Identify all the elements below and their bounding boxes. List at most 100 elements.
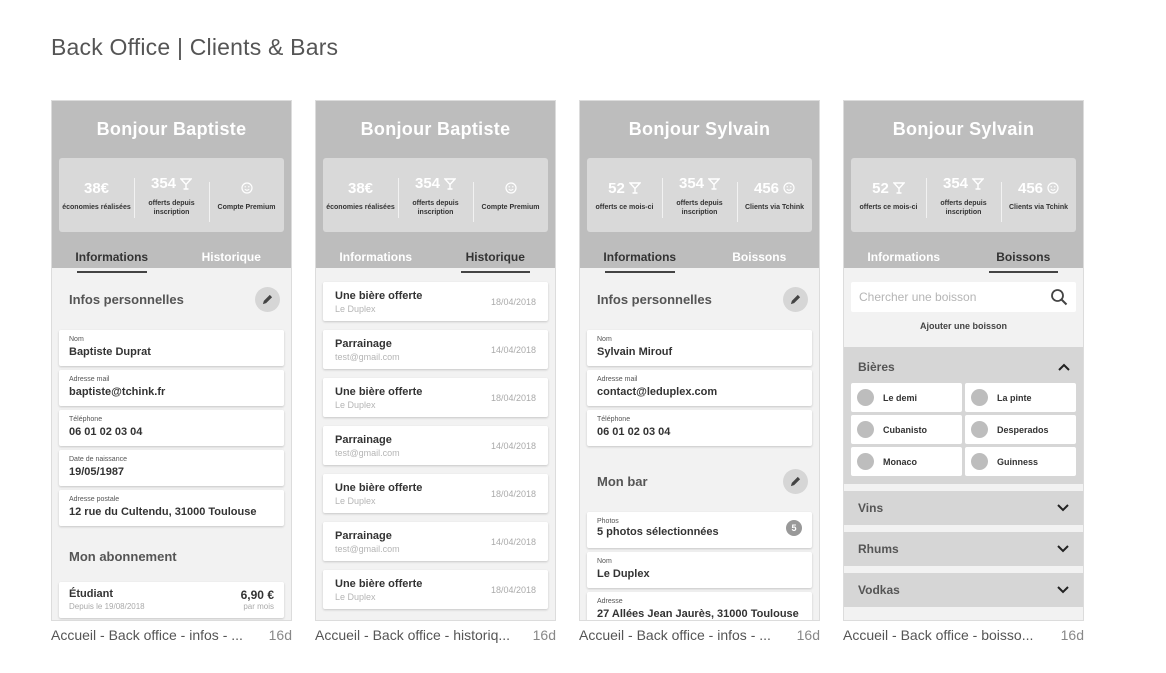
stat-offered: 354 offerts depuis inscription <box>398 174 473 218</box>
tab-historique[interactable]: Historique <box>436 248 556 273</box>
smiley-icon <box>783 182 795 194</box>
chevron-down-icon <box>1057 586 1069 594</box>
history-item[interactable]: Une bière offerte Le Duplex 18/04/2018 <box>323 282 548 321</box>
stat-value: 456 <box>753 179 780 197</box>
tab-informations[interactable]: Informations <box>316 248 436 273</box>
stat-offered: 354 offerts depuis inscription <box>662 174 737 218</box>
edit-button[interactable] <box>783 286 808 312</box>
field-email[interactable]: Adresse mail baptiste@tchink.fr <box>59 370 284 406</box>
stat-label: Clients via Tchink <box>745 204 804 211</box>
drink-thumbnail <box>857 421 874 438</box>
edit-button[interactable] <box>255 286 280 312</box>
phone-screen: Bonjour Baptiste 38€ économies réalisées… <box>315 100 556 621</box>
field-nom[interactable]: Nom Sylvain Mirouf <box>587 330 812 366</box>
tab-boissons[interactable]: Boissons <box>700 248 820 273</box>
artboard-caption[interactable]: Accueil - Back office - infos - ... 16d <box>51 627 292 643</box>
cocktail-glass-icon <box>892 182 905 194</box>
history-item[interactable]: Une bière offerte Le Duplex 18/04/2018 <box>323 570 548 609</box>
field-bar-address[interactable]: Adresse 27 Allées Jean Jaurès, 31000 Toul… <box>587 592 812 620</box>
artboard-caption[interactable]: Accueil - Back office - historiq... 16d <box>315 627 556 643</box>
tab-historique[interactable]: Historique <box>172 248 292 273</box>
search-bar <box>851 282 1076 312</box>
field-address[interactable]: Adresse postale 12 rue du Cultendu, 31000… <box>59 490 284 526</box>
drink-item[interactable]: Monaco <box>851 447 962 476</box>
field-bar-name[interactable]: Nom Le Duplex <box>587 552 812 588</box>
category-vins[interactable]: Vins <box>844 491 1083 525</box>
history-date: 18/04/2018 <box>490 584 536 595</box>
stat-value: 52 <box>608 179 625 197</box>
stat-label: Compte Premium <box>217 204 276 211</box>
field-telephone[interactable]: Téléphone 06 01 02 03 04 <box>59 410 284 446</box>
tab-boissons[interactable]: Boissons <box>964 248 1084 273</box>
stats-card: 38€ économies réalisées 354 offerts depu… <box>323 158 548 232</box>
history-item[interactable]: Parrainage test@gmail.com 14/04/2018 <box>323 426 548 465</box>
chevron-down-icon <box>1057 545 1069 553</box>
stat-value: 354 <box>150 175 177 192</box>
history-title: Parrainage <box>335 433 392 446</box>
search-icon[interactable] <box>1050 288 1068 306</box>
category-title: Vodkas <box>858 583 900 597</box>
stat-offered: 354 offerts depuis inscription <box>926 174 1001 218</box>
stat-premium: Compte Premium <box>473 178 548 222</box>
tab-bar: Informations Boissons <box>580 248 819 273</box>
stat-label: offerts depuis inscription <box>148 199 195 216</box>
field-photos[interactable]: Photos 5 photos sélectionnées 5 <box>587 512 812 548</box>
pencil-icon <box>262 294 273 304</box>
artboard-client-history[interactable]: Bonjour Baptiste 38€ économies réalisées… <box>315 100 556 643</box>
edit-button[interactable] <box>783 468 808 494</box>
stat-clients: 456 Clients via Tchink <box>1001 178 1076 222</box>
category-title: Vins <box>858 501 884 515</box>
history-item[interactable]: Parrainage test@gmail.com 14/04/2018 <box>323 522 548 561</box>
field-nom[interactable]: Nom Baptiste Duprat <box>59 330 284 366</box>
drink-item[interactable]: Cubanisto <box>851 415 962 444</box>
history-item[interactable]: Une bière offerte Le Duplex 18/04/2018 <box>323 378 548 417</box>
field-value: 12 rue du Cultendu, 31000 Toulouse <box>69 506 257 518</box>
category-title: Rhums <box>858 542 899 556</box>
stat-value: 38€ <box>83 179 110 197</box>
search-input[interactable] <box>859 290 1029 304</box>
drink-item[interactable]: La pinte <box>965 383 1076 412</box>
artboard-caption[interactable]: Accueil - Back office - infos - ... 16d <box>579 627 820 643</box>
stat-value: 354 <box>678 175 705 192</box>
artboard-client-infos[interactable]: Bonjour Baptiste 38€ économies réalisées… <box>51 100 292 643</box>
field-label: Adresse postale <box>69 496 120 503</box>
field-label: Adresse mail <box>597 376 638 383</box>
history-item[interactable]: Une bière offerte Le Duplex 18/04/2018 <box>323 474 548 513</box>
tab-informations[interactable]: Informations <box>52 248 172 273</box>
category-rhums[interactable]: Rhums <box>844 532 1083 566</box>
field-label: Téléphone <box>69 416 103 423</box>
stat-value: 456 <box>1017 179 1044 197</box>
tab-informations[interactable]: Informations <box>580 248 700 273</box>
field-value: 06 01 02 03 04 <box>597 426 671 438</box>
add-drink-link[interactable]: Ajouter une boisson <box>844 321 1083 341</box>
field-value: Le Duplex <box>597 568 650 580</box>
field-value: contact@leduplex.com <box>597 386 718 398</box>
drink-item[interactable]: Le demi <box>851 383 962 412</box>
drink-item[interactable]: Guinness <box>965 447 1076 476</box>
phone-screen: Bonjour Sylvain 52 offerts ce mois-ci 35… <box>843 100 1084 621</box>
cocktail-glass-icon <box>708 177 721 190</box>
history-item[interactable]: Parrainage test@gmail.com 14/04/2018 <box>323 330 548 369</box>
stat-label: offerts ce mois-ci <box>595 204 654 211</box>
artboard-caption[interactable]: Accueil - Back office - boisso... 16d <box>843 627 1084 643</box>
stat-value: 38€ <box>347 179 374 197</box>
history-title: Une bière offerte <box>335 577 423 590</box>
subscription-card[interactable]: Étudiant Depuis le 19/08/2018 6,90 € par m… <box>59 582 284 618</box>
page-title: Back Office | Clients & Bars <box>51 34 339 60</box>
drink-thumbnail <box>857 453 874 470</box>
drink-item[interactable]: Desperados <box>965 415 1076 444</box>
category-vodkas[interactable]: Vodkas <box>844 573 1083 607</box>
artboard-bar-drinks[interactable]: Bonjour Sylvain 52 offerts ce mois-ci 35… <box>843 100 1084 643</box>
cocktail-glass-icon <box>444 177 457 190</box>
section-title: Mon abonnement <box>69 548 177 564</box>
category-header[interactable]: Bières <box>851 353 1076 381</box>
history-title: Parrainage <box>335 337 392 350</box>
field-birthdate[interactable]: Date de naissance 19/05/1987 <box>59 450 284 486</box>
artboard-bar-infos[interactable]: Bonjour Sylvain 52 offerts ce mois-ci 35… <box>579 100 820 643</box>
cocktail-glass-icon <box>180 177 193 190</box>
field-email[interactable]: Adresse mail contact@leduplex.com <box>587 370 812 406</box>
screen-content: Infos personnelles Nom Baptiste Duprat Ad… <box>52 268 291 618</box>
tab-informations[interactable]: Informations <box>844 248 964 273</box>
history-date: 18/04/2018 <box>490 392 536 403</box>
field-telephone[interactable]: Téléphone 06 01 02 03 04 <box>587 410 812 446</box>
